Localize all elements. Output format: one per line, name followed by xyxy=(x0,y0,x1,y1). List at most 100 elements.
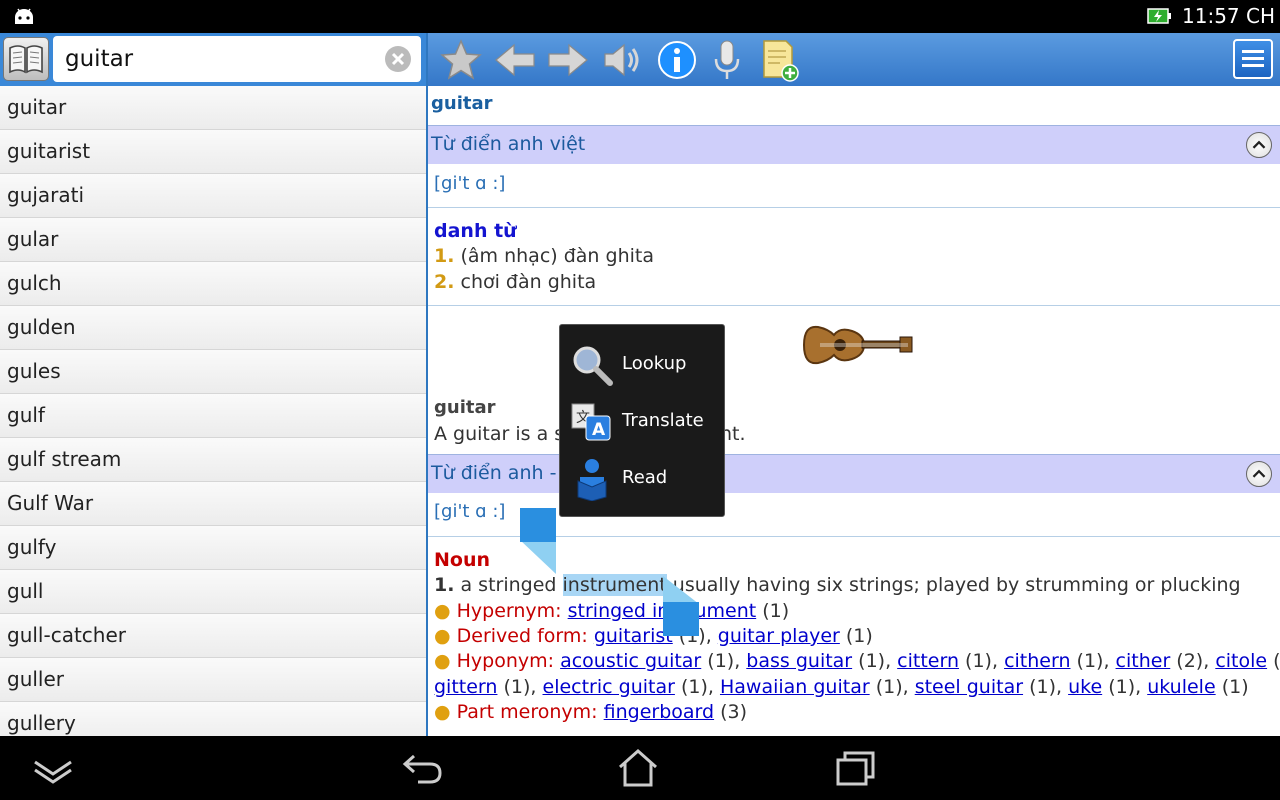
android-notification-icon xyxy=(15,8,33,24)
section-header-anh-anh[interactable]: Từ điển anh - xyxy=(428,454,1280,493)
hyponym-link[interactable]: cittern xyxy=(897,650,959,672)
search-input[interactable]: guitar xyxy=(53,36,421,82)
definition-pane: guitar Từ điển anh việt [gi't ɑ :] danh … xyxy=(428,33,1280,736)
word-list-item[interactable]: guitar xyxy=(0,86,426,130)
derived-link[interactable]: guitar player xyxy=(718,625,840,647)
word-list-item[interactable]: gujarati xyxy=(0,174,426,218)
lookup-menu-item[interactable]: Lookup xyxy=(560,335,724,392)
divider xyxy=(428,207,1280,208)
hyponym-link[interactable]: gittern xyxy=(434,676,497,698)
word-list-item[interactable]: Gulf War xyxy=(0,482,426,526)
word-list-pane: guitar guitar guitarist gujarati gular g… xyxy=(0,33,426,736)
definition-number: 1. xyxy=(434,574,455,596)
word-list-item[interactable]: gulfy xyxy=(0,526,426,570)
word-list-item[interactable]: gulden xyxy=(0,306,426,350)
hyponym-link[interactable]: steel guitar xyxy=(915,676,1023,698)
meronym-label: Part meronym: xyxy=(456,701,598,723)
hyponym-link[interactable]: bass guitar xyxy=(746,650,852,672)
word-list-item[interactable]: gullery xyxy=(0,702,426,736)
hyponym-line: ● Hyponym: acoustic guitar (1), bass gui… xyxy=(434,650,1280,672)
pronunciation: [gi't ɑ :] xyxy=(434,501,506,522)
book-icon xyxy=(9,45,43,74)
definition-text: usually having six strings; played by st… xyxy=(666,574,1241,596)
menu-item-label: Read xyxy=(622,467,668,488)
selection-end-handle[interactable] xyxy=(661,574,701,638)
add-note-icon[interactable] xyxy=(756,37,802,83)
translate-menu-item[interactable]: 文 A Translate xyxy=(560,392,724,449)
recent-apps-icon[interactable] xyxy=(834,748,878,788)
collapse-chevron-up-icon[interactable] xyxy=(1246,461,1272,487)
text-selection-popup: Lookup 文 A Translate Read xyxy=(559,324,725,517)
microphone-icon[interactable] xyxy=(704,37,750,83)
entry-title: guitar xyxy=(431,93,493,114)
hyponym-link[interactable]: electric guitar xyxy=(543,676,675,698)
back-arrow-icon[interactable] xyxy=(492,37,538,83)
count: (1) xyxy=(839,625,873,647)
info-icon[interactable] xyxy=(654,37,700,83)
section-title: Từ điển anh - xyxy=(431,462,557,484)
system-nav-bar xyxy=(0,736,1280,800)
hyponym-link[interactable]: cither xyxy=(1116,650,1171,672)
count: (1) xyxy=(1215,676,1249,698)
hide-keyboard-icon[interactable] xyxy=(32,748,74,788)
part-of-speech: danh từ xyxy=(434,220,517,242)
selected-text[interactable]: instrument xyxy=(562,574,667,596)
count: (1), xyxy=(674,676,720,698)
definition-number: 1. xyxy=(434,245,455,267)
definition-text: chơi đàn ghita xyxy=(454,271,597,293)
status-bar: 11:57 CH xyxy=(0,0,1280,33)
word-list-item[interactable]: gules xyxy=(0,350,426,394)
count: (1), xyxy=(852,650,898,672)
hyponym-link[interactable]: ukulele xyxy=(1147,676,1215,698)
definition-line: 1. a stringed instrument usually having … xyxy=(434,574,1241,596)
hyponym-link[interactable]: uke xyxy=(1068,676,1102,698)
section-title: Từ điển anh việt xyxy=(431,133,586,155)
word-list-item[interactable]: gull-catcher xyxy=(0,614,426,658)
word-list-item[interactable]: gular xyxy=(0,218,426,262)
image-caption-word: guitar xyxy=(434,397,496,418)
divider xyxy=(428,305,1280,306)
pronunciation: [gi't ɑ :] xyxy=(434,173,506,194)
word-list-item[interactable]: guller xyxy=(0,658,426,702)
home-icon[interactable] xyxy=(617,748,659,788)
definition-line: 2. chơi đàn ghita xyxy=(434,271,596,293)
menu-button[interactable] xyxy=(1233,39,1273,79)
definition-text: a stringed xyxy=(454,574,563,596)
hyponym-label: Hyponym: xyxy=(456,650,555,672)
count: (1), xyxy=(497,676,543,698)
back-icon[interactable] xyxy=(400,748,446,788)
count: (1), xyxy=(959,650,1005,672)
collapse-chevron-up-icon[interactable] xyxy=(1246,132,1272,158)
guitar-image xyxy=(802,325,913,365)
meronym-link[interactable]: fingerboard xyxy=(604,701,714,723)
hyponym-link[interactable]: acoustic guitar xyxy=(560,650,701,672)
hyponym-link[interactable]: cithern xyxy=(1004,650,1070,672)
word-list-item[interactable]: guitarist xyxy=(0,130,426,174)
derived-form-line: ● Derived form: guitarist (1), guitar pl… xyxy=(434,625,873,647)
derived-label: Derived form: xyxy=(456,625,588,647)
hyponym-link[interactable]: Hawaiian guitar xyxy=(720,676,870,698)
selection-start-handle[interactable] xyxy=(518,506,558,576)
definition-text: (âm nhạc) đàn ghita xyxy=(454,245,654,267)
part-of-speech: Noun xyxy=(434,549,491,571)
word-list-item[interactable]: gulch xyxy=(0,262,426,306)
count: (3) xyxy=(714,701,748,723)
word-list-item[interactable]: gulf xyxy=(0,394,426,438)
word-list-item[interactable]: gull xyxy=(0,570,426,614)
clear-search-icon[interactable] xyxy=(384,45,412,73)
hyponym-link[interactable]: citole xyxy=(1215,650,1267,672)
forward-arrow-icon[interactable] xyxy=(545,37,591,83)
dictionary-book-button[interactable] xyxy=(3,37,49,81)
search-bar: guitar xyxy=(0,33,426,86)
reading-person-icon xyxy=(577,459,607,501)
read-menu-item[interactable]: Read xyxy=(560,449,724,506)
word-list-item[interactable]: gulf stream xyxy=(0,438,426,482)
count: (2), xyxy=(1170,650,1216,672)
speaker-icon[interactable] xyxy=(600,37,646,83)
section-header-anh-viet[interactable]: Từ điển anh việt xyxy=(428,125,1280,164)
hypernym-label: Hypernym: xyxy=(456,600,562,622)
image-caption-desc-start: A guitar is a s xyxy=(434,423,565,445)
favorite-star-icon[interactable] xyxy=(438,37,484,83)
definition-line: 1. (âm nhạc) đàn ghita xyxy=(434,245,654,267)
word-list: guitar guitarist gujarati gular gulch gu… xyxy=(0,86,426,736)
